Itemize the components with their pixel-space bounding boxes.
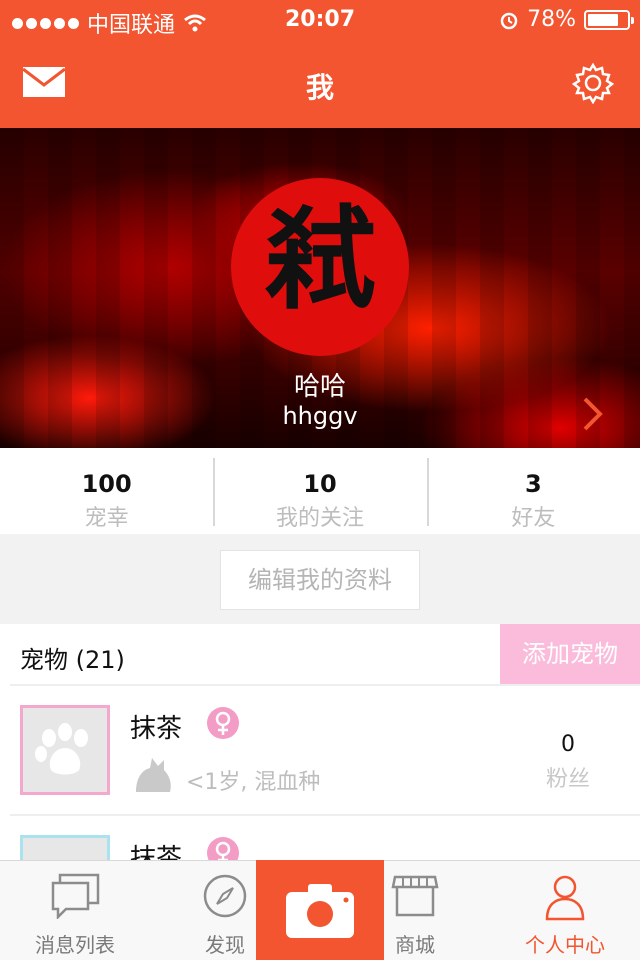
cat-icon [136, 758, 171, 792]
fans-count: 0 [560, 732, 575, 757]
compass-icon [203, 874, 247, 918]
female-icon [207, 707, 239, 739]
battery-icon [584, 9, 634, 30]
pet-meta: <1岁, 混血种 [186, 770, 321, 795]
stat-label: 我的关注 [275, 506, 364, 531]
stat-value: 10 [303, 470, 337, 498]
pet-thumbnail [20, 835, 110, 860]
chat-icon [51, 873, 100, 919]
pet-name: 抹茶 [130, 844, 183, 860]
stat-following[interactable]: 10 我的关注 [213, 448, 426, 534]
profile-header[interactable]: 弒 哈哈 hhggv [0, 128, 640, 448]
username: hhggv [282, 402, 358, 430]
chevron-right-icon[interactable] [582, 396, 604, 432]
edit-profile-button[interactable]: 编辑我的资料 [220, 550, 420, 610]
female-icon [207, 837, 239, 860]
list-item[interactable]: 抹茶 <1岁, 混血种 0 粉丝 [10, 684, 640, 812]
store-icon [391, 875, 439, 917]
fans-label: 粉丝 [545, 767, 590, 792]
stat-label: 宠幸 [84, 506, 129, 531]
camera-icon [286, 884, 354, 938]
person-icon [545, 875, 585, 921]
tab-messages[interactable]: 消息列表 [0, 861, 150, 960]
pet-list: 抹茶 <1岁, 混血种 0 粉丝 抹茶 [0, 684, 640, 860]
avatar[interactable]: 弒 [231, 178, 409, 356]
gear-icon[interactable] [572, 62, 614, 104]
pet-thumbnail [20, 705, 110, 795]
stat-label: 好友 [511, 506, 556, 531]
add-pet-button[interactable]: 添加宠物 [500, 624, 640, 684]
pets-title: 宠物 (21) [20, 646, 125, 674]
pet-fans: 0 粉丝 [546, 732, 590, 793]
list-item[interactable]: 抹茶 [10, 814, 640, 860]
stat-chongxing[interactable]: 100 宠幸 [0, 448, 213, 534]
alarm-icon [500, 12, 518, 29]
pet-name: 抹茶 [130, 714, 183, 744]
battery-percent: 78% [527, 7, 576, 32]
avatar-glyph: 弒 [264, 195, 376, 325]
stats-row: 100 宠幸 10 我的关注 3 好友 [0, 448, 640, 534]
nav-bar: 我 [0, 40, 640, 128]
tab-profile[interactable]: 个人中心 [490, 861, 640, 960]
stat-friends[interactable]: 3 好友 [426, 448, 640, 534]
camera-button[interactable] [256, 860, 384, 960]
display-name: 哈哈 [293, 372, 346, 402]
pets-header: 宠物 (21) 添加宠物 [0, 624, 640, 684]
stat-value: 100 [81, 470, 132, 498]
tab-label: 消息列表 [35, 933, 115, 957]
tab-label: 个人中心 [525, 933, 605, 957]
stat-value: 3 [524, 470, 542, 498]
status-bar: 中国联通 20:07 78% [0, 0, 640, 40]
battery-fill [588, 13, 618, 26]
paw-icon [35, 723, 88, 775]
page-title: 我 [305, 71, 334, 104]
